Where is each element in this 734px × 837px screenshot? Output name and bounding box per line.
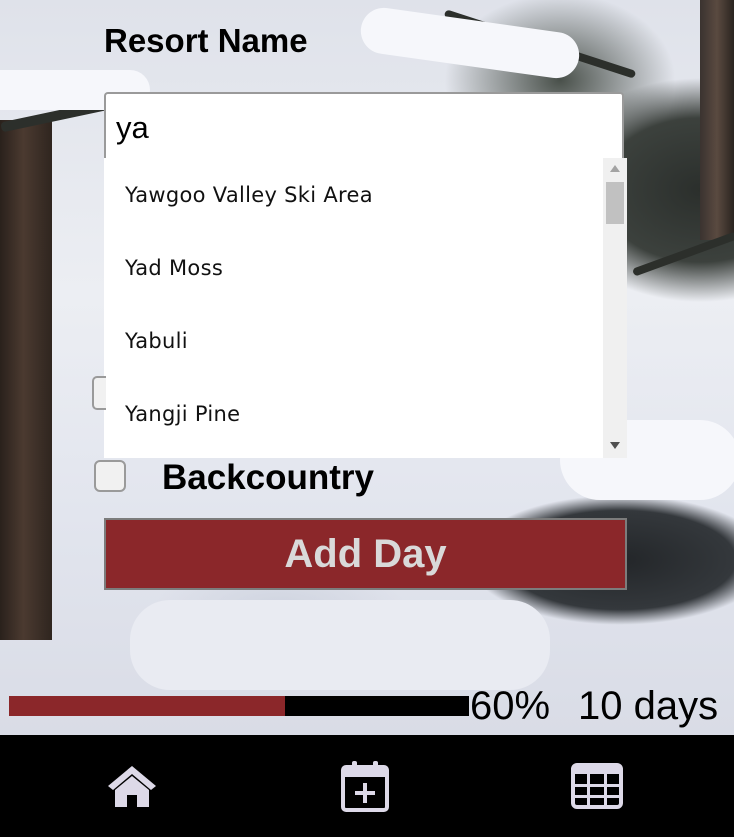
calendar-plus-icon xyxy=(341,761,389,812)
autocomplete-dropdown[interactable]: Yawgoo Valley Ski Area Yad Moss Yabuli Y… xyxy=(104,158,627,458)
backcountry-checkbox[interactable] xyxy=(94,460,126,492)
nav-home-button[interactable] xyxy=(72,735,192,837)
dropdown-scrollbar[interactable] xyxy=(603,158,627,458)
tree-trunk xyxy=(700,0,734,240)
progress-percent: 60% xyxy=(470,684,551,728)
tree-branch xyxy=(631,231,734,277)
tree-trunk xyxy=(0,120,52,640)
bottom-nav xyxy=(0,735,734,837)
autocomplete-option[interactable]: Yabuli xyxy=(125,329,188,353)
grid-icon xyxy=(571,763,623,809)
resort-name-input[interactable]: ya xyxy=(104,92,624,158)
backcountry-label: Backcountry xyxy=(162,458,375,497)
resort-name-label: Resort Name xyxy=(104,22,308,59)
add-day-button[interactable]: Add Day xyxy=(104,518,627,590)
home-icon xyxy=(108,766,156,807)
autocomplete-option[interactable]: Yad Moss xyxy=(125,256,223,280)
scroll-up-arrow-icon[interactable] xyxy=(610,165,620,172)
snow-mound xyxy=(130,600,550,690)
days-count: 10 days xyxy=(578,684,719,728)
resort-name-input-value: ya xyxy=(116,110,149,145)
progress-bar-fill xyxy=(9,696,285,716)
nav-calendar-grid-button[interactable] xyxy=(537,735,657,837)
autocomplete-option[interactable]: Yawgoo Valley Ski Area xyxy=(125,183,373,207)
autocomplete-option[interactable]: Yangji Pine xyxy=(125,402,240,426)
scroll-down-arrow-icon[interactable] xyxy=(610,442,620,449)
hidden-option-checkbox[interactable] xyxy=(92,376,106,410)
progress-bar xyxy=(9,696,469,716)
nav-add-day-button[interactable] xyxy=(305,735,425,837)
scrollbar-thumb[interactable] xyxy=(606,182,624,224)
